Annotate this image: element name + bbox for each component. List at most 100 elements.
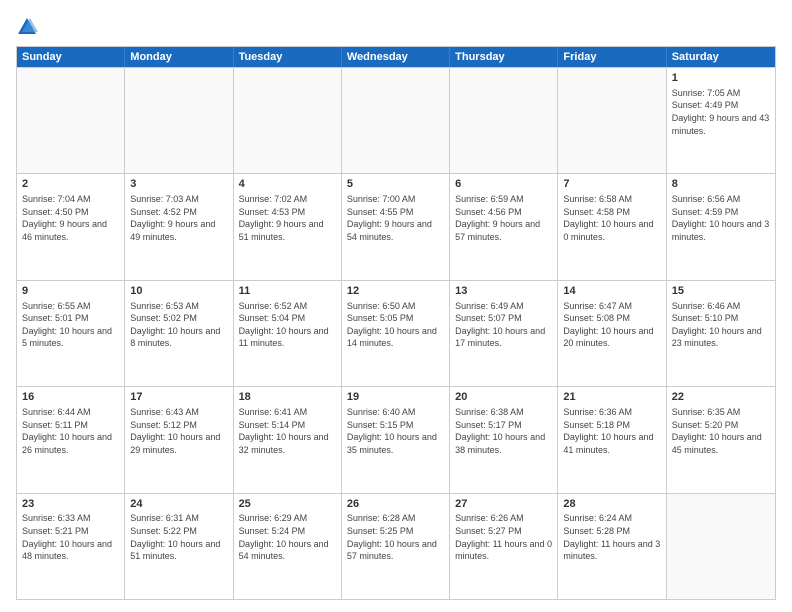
calendar-cell: 17Sunrise: 6:43 AM Sunset: 5:12 PM Dayli…: [125, 387, 233, 492]
header-day-thursday: Thursday: [450, 47, 558, 67]
cell-info: Sunrise: 6:55 AM Sunset: 5:01 PM Dayligh…: [22, 300, 119, 350]
calendar-cell: 1Sunrise: 7:05 AM Sunset: 4:49 PM Daylig…: [667, 68, 775, 173]
day-number: 10: [130, 284, 227, 299]
calendar-cell: 18Sunrise: 6:41 AM Sunset: 5:14 PM Dayli…: [234, 387, 342, 492]
cell-info: Sunrise: 6:38 AM Sunset: 5:17 PM Dayligh…: [455, 406, 552, 456]
day-number: 21: [563, 390, 660, 405]
cell-info: Sunrise: 6:40 AM Sunset: 5:15 PM Dayligh…: [347, 406, 444, 456]
calendar-cell: 5Sunrise: 7:00 AM Sunset: 4:55 PM Daylig…: [342, 174, 450, 279]
day-number: 18: [239, 390, 336, 405]
calendar: SundayMondayTuesdayWednesdayThursdayFrid…: [16, 46, 776, 600]
day-number: 23: [22, 497, 119, 512]
day-number: 13: [455, 284, 552, 299]
calendar-cell: 26Sunrise: 6:28 AM Sunset: 5:25 PM Dayli…: [342, 494, 450, 599]
header-day-monday: Monday: [125, 47, 233, 67]
day-number: 12: [347, 284, 444, 299]
calendar-cell: 19Sunrise: 6:40 AM Sunset: 5:15 PM Dayli…: [342, 387, 450, 492]
calendar-row-3: 16Sunrise: 6:44 AM Sunset: 5:11 PM Dayli…: [17, 386, 775, 492]
cell-info: Sunrise: 6:46 AM Sunset: 5:10 PM Dayligh…: [672, 300, 770, 350]
cell-info: Sunrise: 7:02 AM Sunset: 4:53 PM Dayligh…: [239, 193, 336, 243]
cell-info: Sunrise: 6:50 AM Sunset: 5:05 PM Dayligh…: [347, 300, 444, 350]
calendar-cell: 7Sunrise: 6:58 AM Sunset: 4:58 PM Daylig…: [558, 174, 666, 279]
cell-info: Sunrise: 6:47 AM Sunset: 5:08 PM Dayligh…: [563, 300, 660, 350]
cell-info: Sunrise: 6:41 AM Sunset: 5:14 PM Dayligh…: [239, 406, 336, 456]
cell-info: Sunrise: 6:56 AM Sunset: 4:59 PM Dayligh…: [672, 193, 770, 243]
logo: [16, 16, 42, 38]
header-day-saturday: Saturday: [667, 47, 775, 67]
calendar-cell: [234, 68, 342, 173]
calendar-cell: 20Sunrise: 6:38 AM Sunset: 5:17 PM Dayli…: [450, 387, 558, 492]
logo-icon: [16, 16, 38, 38]
cell-info: Sunrise: 7:04 AM Sunset: 4:50 PM Dayligh…: [22, 193, 119, 243]
day-number: 17: [130, 390, 227, 405]
calendar-cell: 13Sunrise: 6:49 AM Sunset: 5:07 PM Dayli…: [450, 281, 558, 386]
page: SundayMondayTuesdayWednesdayThursdayFrid…: [0, 0, 792, 612]
calendar-cell: 25Sunrise: 6:29 AM Sunset: 5:24 PM Dayli…: [234, 494, 342, 599]
day-number: 8: [672, 177, 770, 192]
cell-info: Sunrise: 7:05 AM Sunset: 4:49 PM Dayligh…: [672, 87, 770, 137]
day-number: 28: [563, 497, 660, 512]
calendar-row-2: 9Sunrise: 6:55 AM Sunset: 5:01 PM Daylig…: [17, 280, 775, 386]
day-number: 1: [672, 71, 770, 86]
day-number: 14: [563, 284, 660, 299]
calendar-cell: 23Sunrise: 6:33 AM Sunset: 5:21 PM Dayli…: [17, 494, 125, 599]
calendar-cell: 6Sunrise: 6:59 AM Sunset: 4:56 PM Daylig…: [450, 174, 558, 279]
cell-info: Sunrise: 6:52 AM Sunset: 5:04 PM Dayligh…: [239, 300, 336, 350]
calendar-body: 1Sunrise: 7:05 AM Sunset: 4:49 PM Daylig…: [17, 67, 775, 599]
cell-info: Sunrise: 6:43 AM Sunset: 5:12 PM Dayligh…: [130, 406, 227, 456]
day-number: 26: [347, 497, 444, 512]
calendar-cell: 2Sunrise: 7:04 AM Sunset: 4:50 PM Daylig…: [17, 174, 125, 279]
day-number: 4: [239, 177, 336, 192]
calendar-cell: [450, 68, 558, 173]
day-number: 25: [239, 497, 336, 512]
cell-info: Sunrise: 6:28 AM Sunset: 5:25 PM Dayligh…: [347, 512, 444, 562]
cell-info: Sunrise: 6:29 AM Sunset: 5:24 PM Dayligh…: [239, 512, 336, 562]
calendar-row-1: 2Sunrise: 7:04 AM Sunset: 4:50 PM Daylig…: [17, 173, 775, 279]
calendar-cell: 4Sunrise: 7:02 AM Sunset: 4:53 PM Daylig…: [234, 174, 342, 279]
day-number: 9: [22, 284, 119, 299]
calendar-cell: 28Sunrise: 6:24 AM Sunset: 5:28 PM Dayli…: [558, 494, 666, 599]
day-number: 20: [455, 390, 552, 405]
day-number: 6: [455, 177, 552, 192]
cell-info: Sunrise: 6:31 AM Sunset: 5:22 PM Dayligh…: [130, 512, 227, 562]
cell-info: Sunrise: 6:49 AM Sunset: 5:07 PM Dayligh…: [455, 300, 552, 350]
calendar-cell: [125, 68, 233, 173]
cell-info: Sunrise: 6:35 AM Sunset: 5:20 PM Dayligh…: [672, 406, 770, 456]
header-day-sunday: Sunday: [17, 47, 125, 67]
calendar-cell: 8Sunrise: 6:56 AM Sunset: 4:59 PM Daylig…: [667, 174, 775, 279]
calendar-cell: 3Sunrise: 7:03 AM Sunset: 4:52 PM Daylig…: [125, 174, 233, 279]
day-number: 11: [239, 284, 336, 299]
header-day-wednesday: Wednesday: [342, 47, 450, 67]
day-number: 24: [130, 497, 227, 512]
header-day-tuesday: Tuesday: [234, 47, 342, 67]
calendar-cell: 22Sunrise: 6:35 AM Sunset: 5:20 PM Dayli…: [667, 387, 775, 492]
calendar-row-4: 23Sunrise: 6:33 AM Sunset: 5:21 PM Dayli…: [17, 493, 775, 599]
calendar-cell: 11Sunrise: 6:52 AM Sunset: 5:04 PM Dayli…: [234, 281, 342, 386]
calendar-cell: 14Sunrise: 6:47 AM Sunset: 5:08 PM Dayli…: [558, 281, 666, 386]
day-number: 7: [563, 177, 660, 192]
cell-info: Sunrise: 6:24 AM Sunset: 5:28 PM Dayligh…: [563, 512, 660, 562]
calendar-cell: [667, 494, 775, 599]
calendar-cell: 10Sunrise: 6:53 AM Sunset: 5:02 PM Dayli…: [125, 281, 233, 386]
day-number: 19: [347, 390, 444, 405]
calendar-cell: 24Sunrise: 6:31 AM Sunset: 5:22 PM Dayli…: [125, 494, 233, 599]
cell-info: Sunrise: 7:00 AM Sunset: 4:55 PM Dayligh…: [347, 193, 444, 243]
day-number: 27: [455, 497, 552, 512]
cell-info: Sunrise: 6:33 AM Sunset: 5:21 PM Dayligh…: [22, 512, 119, 562]
day-number: 5: [347, 177, 444, 192]
day-number: 2: [22, 177, 119, 192]
day-number: 15: [672, 284, 770, 299]
cell-info: Sunrise: 6:44 AM Sunset: 5:11 PM Dayligh…: [22, 406, 119, 456]
day-number: 22: [672, 390, 770, 405]
calendar-cell: [17, 68, 125, 173]
cell-info: Sunrise: 6:26 AM Sunset: 5:27 PM Dayligh…: [455, 512, 552, 562]
calendar-cell: 16Sunrise: 6:44 AM Sunset: 5:11 PM Dayli…: [17, 387, 125, 492]
cell-info: Sunrise: 6:36 AM Sunset: 5:18 PM Dayligh…: [563, 406, 660, 456]
header: [16, 16, 776, 38]
calendar-cell: 27Sunrise: 6:26 AM Sunset: 5:27 PM Dayli…: [450, 494, 558, 599]
calendar-cell: [342, 68, 450, 173]
cell-info: Sunrise: 6:59 AM Sunset: 4:56 PM Dayligh…: [455, 193, 552, 243]
calendar-header: SundayMondayTuesdayWednesdayThursdayFrid…: [17, 47, 775, 67]
calendar-cell: [558, 68, 666, 173]
cell-info: Sunrise: 6:58 AM Sunset: 4:58 PM Dayligh…: [563, 193, 660, 243]
